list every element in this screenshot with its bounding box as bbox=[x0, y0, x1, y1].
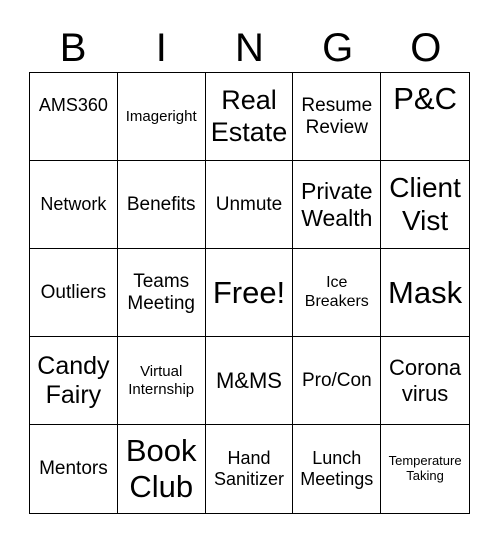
bingo-cell[interactable]: Lunch Meetings bbox=[293, 425, 382, 513]
header-letter-n: N bbox=[235, 26, 264, 70]
bingo-cell[interactable]: Client Vist bbox=[381, 161, 469, 249]
bingo-cell[interactable]: Pro/Con bbox=[293, 337, 382, 425]
bingo-header: B I N G O bbox=[29, 26, 470, 70]
bingo-cell[interactable]: Ice Breakers bbox=[293, 249, 382, 337]
bingo-board: AMS360 Imageright Real Estate Resume Rev… bbox=[29, 72, 470, 514]
bingo-cell[interactable]: Mentors bbox=[30, 425, 118, 513]
bingo-cell[interactable]: Candy Fairy bbox=[30, 337, 118, 425]
bingo-cell[interactable]: Outliers bbox=[30, 249, 118, 337]
bingo-cell[interactable]: Teams Meeting bbox=[117, 249, 206, 337]
bingo-cell[interactable]: Virtual Internship bbox=[117, 337, 206, 425]
bingo-cell[interactable]: Book Club bbox=[118, 425, 206, 513]
header-letter-b: B bbox=[59, 26, 87, 70]
bingo-cell[interactable]: Network bbox=[30, 161, 118, 249]
bingo-cell[interactable]: Resume Review bbox=[293, 73, 382, 161]
bingo-cell[interactable]: Unmute bbox=[205, 161, 294, 249]
bingo-cell[interactable]: M&MS bbox=[205, 337, 294, 425]
bingo-cell[interactable]: Mask bbox=[381, 249, 469, 337]
bingo-cell[interactable]: Temperature Taking bbox=[381, 425, 469, 513]
bingo-cell[interactable]: AMS360 bbox=[30, 73, 118, 161]
header-letter-o: O bbox=[410, 26, 442, 70]
bingo-cell[interactable]: Imageright bbox=[117, 73, 206, 161]
bingo-cell[interactable]: P&C bbox=[381, 73, 469, 161]
bingo-cell[interactable]: Corona virus bbox=[381, 337, 469, 425]
free-space[interactable]: Free! bbox=[205, 249, 294, 337]
bingo-cell[interactable]: Private Wealth bbox=[293, 161, 382, 249]
bingo-cell[interactable]: Hand Sanitizer bbox=[206, 425, 294, 513]
header-letter-g: G bbox=[322, 26, 354, 70]
bingo-cell[interactable]: Real Estate bbox=[205, 73, 294, 161]
header-letter-i: I bbox=[155, 26, 167, 70]
bingo-cell[interactable]: Benefits bbox=[117, 161, 206, 249]
